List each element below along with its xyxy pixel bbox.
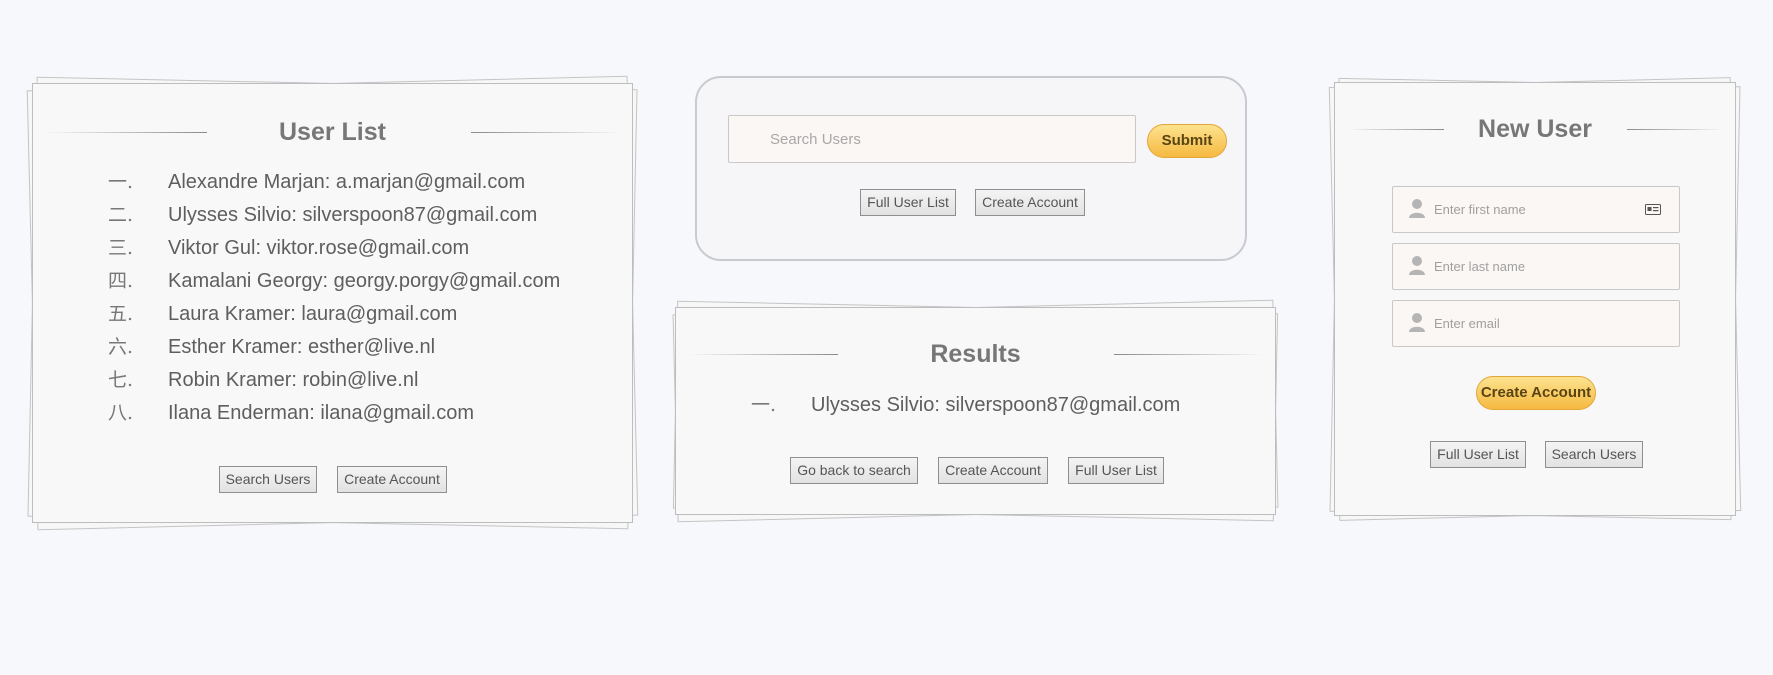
list-number: 一. [108,171,134,193]
list-item-text: Alexandre Marjan: a.marjan@gmail.com [168,171,526,193]
email-placeholder: Enter email [1434,316,1500,331]
list-number: 七. [108,369,134,391]
go-back-to-search-button[interactable]: Go back to search [790,457,918,484]
search-users-button[interactable]: Search Users [1545,441,1643,468]
first-name-placeholder: Enter first name [1434,202,1526,217]
list-item-text: Ulysses Silvio: silverspoon87@gmail.com [168,204,538,226]
create-account-button[interactable]: Create Account [337,466,447,493]
user-list-panel: User List 一. Alexandre Marjan: a.marjan@g… [26,75,639,531]
person-icon [1409,199,1425,218]
search-input[interactable]: Search Users [728,115,1136,163]
last-name-field[interactable]: Enter last name [1392,243,1680,290]
list-number: 三. [108,237,134,259]
full-user-list-button[interactable]: Full User List [1068,457,1164,484]
last-name-placeholder: Enter last name [1434,259,1526,274]
paper-sheet-front: Results 一. Ulysses Silvio: silverspoon87@… [675,307,1276,515]
list-item-text: Ulysses Silvio: silverspoon87@gmail.com [811,394,1181,416]
search-panel: Search Users Submit Full User List Creat… [695,76,1247,261]
list-item-text: Esther Kramer: esther@live.nl [168,336,436,358]
list-item-text: Ilana Enderman: ilana@gmail.com [168,402,475,424]
create-account-button[interactable]: Create Account [938,457,1048,484]
search-users-button[interactable]: Search Users [219,466,317,493]
submit-button[interactable]: Submit [1147,124,1227,158]
create-account-button[interactable]: Create Account [975,189,1085,216]
paper-sheet-front: New User Enter first name Enter last nam… [1334,82,1736,516]
heading-rule-right [1627,129,1724,130]
results-panel: Results 一. Ulysses Silvio: silverspoon87@… [672,299,1279,523]
email-field[interactable]: Enter email [1392,300,1680,347]
list-number: 六. [108,336,134,358]
full-user-list-button[interactable]: Full User List [860,189,956,216]
heading-rule-right [471,132,621,133]
list-number: 二. [108,204,134,226]
heading-rule-right [1114,354,1264,355]
new-user-panel: New User Enter first name Enter last nam… [1328,77,1742,521]
full-user-list-button[interactable]: Full User List [1430,441,1526,468]
list-number: 五. [108,303,134,325]
person-icon [1409,313,1425,332]
list-item-text: Kamalani Georgy: georgy.porgy@gmail.com [168,270,561,292]
list-item-text: Laura Kramer: laura@gmail.com [168,303,458,325]
contact-card-icon [1645,204,1661,215]
paper-sheet-front: User List 一. Alexandre Marjan: a.marjan@g… [32,83,633,523]
list-number: 八. [108,402,134,424]
create-account-button[interactable]: Create Account [1476,376,1596,410]
list-number: 四. [108,270,134,292]
first-name-field[interactable]: Enter first name [1392,186,1680,233]
person-icon [1409,256,1425,275]
list-item-text: Viktor Gul: viktor.rose@gmail.com [168,237,470,259]
list-item-text: Robin Kramer: robin@live.nl [168,369,419,391]
search-input-placeholder: Search Users [770,131,861,148]
list-number: 一. [751,394,777,416]
